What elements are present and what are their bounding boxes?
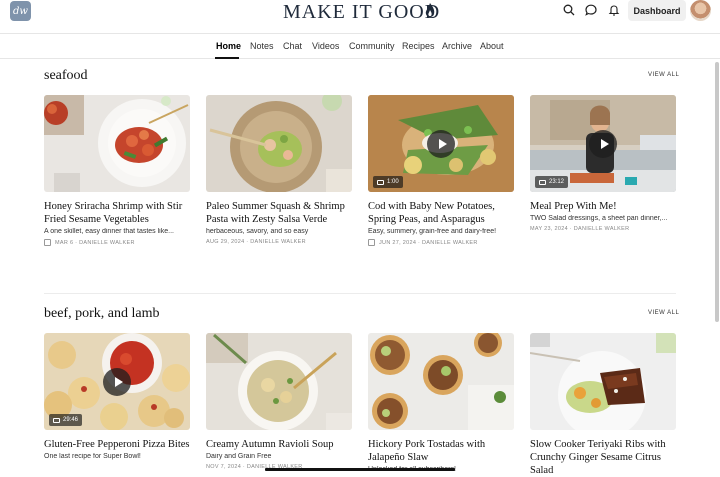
video-duration: 1:00 [387, 179, 399, 185]
post-thumbnail[interactable]: 1:00 [368, 95, 514, 192]
post-title[interactable]: Creamy Autumn Ravioli Soup [206, 438, 352, 451]
dashboard-button[interactable]: Dashboard [628, 0, 686, 21]
post-subtitle: One last recipe for Super Bowl! [44, 453, 141, 460]
post-title[interactable]: Slow Cooker Teriyaki Ribs with Crunchy G… [530, 438, 676, 477]
post-meta: MAR 6 · DANIELLE WALKER [44, 239, 190, 246]
nav-videos[interactable]: Videos [312, 41, 339, 51]
post-date-author: JUN 27, 2024 · DANIELLE WALKER [379, 239, 478, 246]
post-title[interactable]: Paleo Summer Squash & Shrimp Pasta with … [206, 200, 352, 226]
post-card[interactable]: Slow Cooker Teriyaki Ribs with Crunchy G… [530, 333, 676, 477]
post-card[interactable]: Creamy Autumn Ravioli Soup Dairy and Gra… [206, 333, 352, 470]
post-title[interactable]: Cod with Baby New Potatoes, Spring Peas,… [368, 200, 514, 226]
post-subtitle: Dairy and Grain Free [206, 453, 272, 460]
active-tab-indicator [215, 57, 239, 59]
post-thumbnail[interactable] [368, 333, 514, 430]
lock-icon [368, 239, 375, 246]
page-scrollbar[interactable] [715, 62, 719, 322]
publication-logo[interactable]: dw [10, 1, 31, 21]
post-title[interactable]: Meal Prep With Me! [530, 200, 676, 213]
lock-icon [44, 239, 51, 246]
video-camera-icon [539, 179, 546, 185]
play-button[interactable] [589, 130, 617, 158]
post-subtitle: Easy, summery, grain-free and dairy-free… [368, 228, 497, 235]
post-subtitle: TWO Salad dressings, a sheet pan dinner,… [530, 215, 668, 222]
main-nav: Home Notes Chat Videos Community Recipes… [0, 33, 720, 59]
user-avatar[interactable] [690, 0, 711, 21]
post-subtitle: A one skillet, easy dinner that tastes l… [44, 228, 174, 235]
play-button[interactable] [427, 130, 455, 158]
section-title-beef-pork-lamb[interactable]: beef, pork, and lamb [44, 306, 159, 322]
post-date-author: MAY 23, 2024 · DANIELLE WALKER [530, 226, 630, 232]
post-meta: MAY 23, 2024 · DANIELLE WALKER [530, 226, 676, 232]
chat-icon[interactable] [584, 3, 598, 17]
post-thumbnail[interactable] [530, 333, 676, 430]
post-card[interactable]: 1:00 Cod with Baby New Potatoes, Spring … [368, 95, 514, 246]
post-subtitle: herbaceous, savory, and so easy [206, 228, 309, 235]
site-title[interactable]: MAKE IT GOOD [283, 1, 440, 24]
video-camera-icon [377, 179, 384, 185]
nav-home[interactable]: Home [216, 41, 241, 51]
post-title[interactable]: Hickory Pork Tostadas with Jalapeño Slaw [368, 438, 514, 464]
post-title[interactable]: Gluten-Free Pepperoni Pizza Bites [44, 438, 190, 451]
view-all-seafood-link[interactable]: VIEW ALL [648, 72, 679, 78]
post-date-author: AUG 29, 2024 · DANIELLE WALKER [206, 239, 306, 245]
video-duration-badge: 23:12 [535, 176, 569, 188]
post-thumbnail[interactable] [206, 95, 352, 192]
post-meta: JUN 27, 2024 · DANIELLE WALKER [368, 239, 514, 246]
play-button[interactable] [103, 368, 131, 396]
video-duration: 29:46 [63, 417, 79, 423]
video-duration: 23:12 [549, 179, 565, 185]
post-thumbnail[interactable]: 23:12 [530, 95, 676, 192]
post-card[interactable]: Paleo Summer Squash & Shrimp Pasta with … [206, 95, 352, 245]
post-thumbnail[interactable] [206, 333, 352, 430]
nav-about[interactable]: About [480, 41, 504, 51]
nav-recipes[interactable]: Recipes [402, 41, 435, 51]
nav-notes[interactable]: Notes [250, 41, 274, 51]
video-duration-badge: 1:00 [373, 176, 403, 188]
view-all-beef-pork-lamb-link[interactable]: VIEW ALL [648, 310, 679, 316]
post-card[interactable]: Honey Sriracha Shrimp with Stir Fried Se… [44, 95, 190, 246]
scroll-edge-indicator [265, 468, 455, 471]
post-date-author: MAR 6 · DANIELLE WALKER [55, 239, 135, 246]
bell-icon[interactable] [607, 3, 621, 17]
post-title[interactable]: Honey Sriracha Shrimp with Stir Fried Se… [44, 200, 190, 226]
video-duration-badge: 29:46 [49, 414, 83, 426]
section-divider [44, 293, 676, 294]
nav-archive[interactable]: Archive [442, 41, 472, 51]
nav-chat[interactable]: Chat [283, 41, 302, 51]
top-bar: dw MAKE IT GOOD Dashboard [0, 0, 720, 33]
section-title-seafood[interactable]: seafood [44, 68, 88, 84]
video-camera-icon [53, 417, 60, 423]
flame-icon [425, 3, 435, 17]
search-icon[interactable] [562, 3, 576, 17]
post-meta: AUG 29, 2024 · DANIELLE WALKER [206, 239, 352, 245]
post-card[interactable]: 29:46 Gluten-Free Pepperoni Pizza Bites … [44, 333, 190, 460]
post-card[interactable]: Hickory Pork Tostadas with Jalapeño Slaw… [368, 333, 514, 473]
post-thumbnail[interactable] [44, 95, 190, 192]
post-thumbnail[interactable]: 29:46 [44, 333, 190, 430]
post-card[interactable]: 23:12 Meal Prep With Me! TWO Salad dress… [530, 95, 676, 232]
nav-community[interactable]: Community [349, 41, 395, 51]
